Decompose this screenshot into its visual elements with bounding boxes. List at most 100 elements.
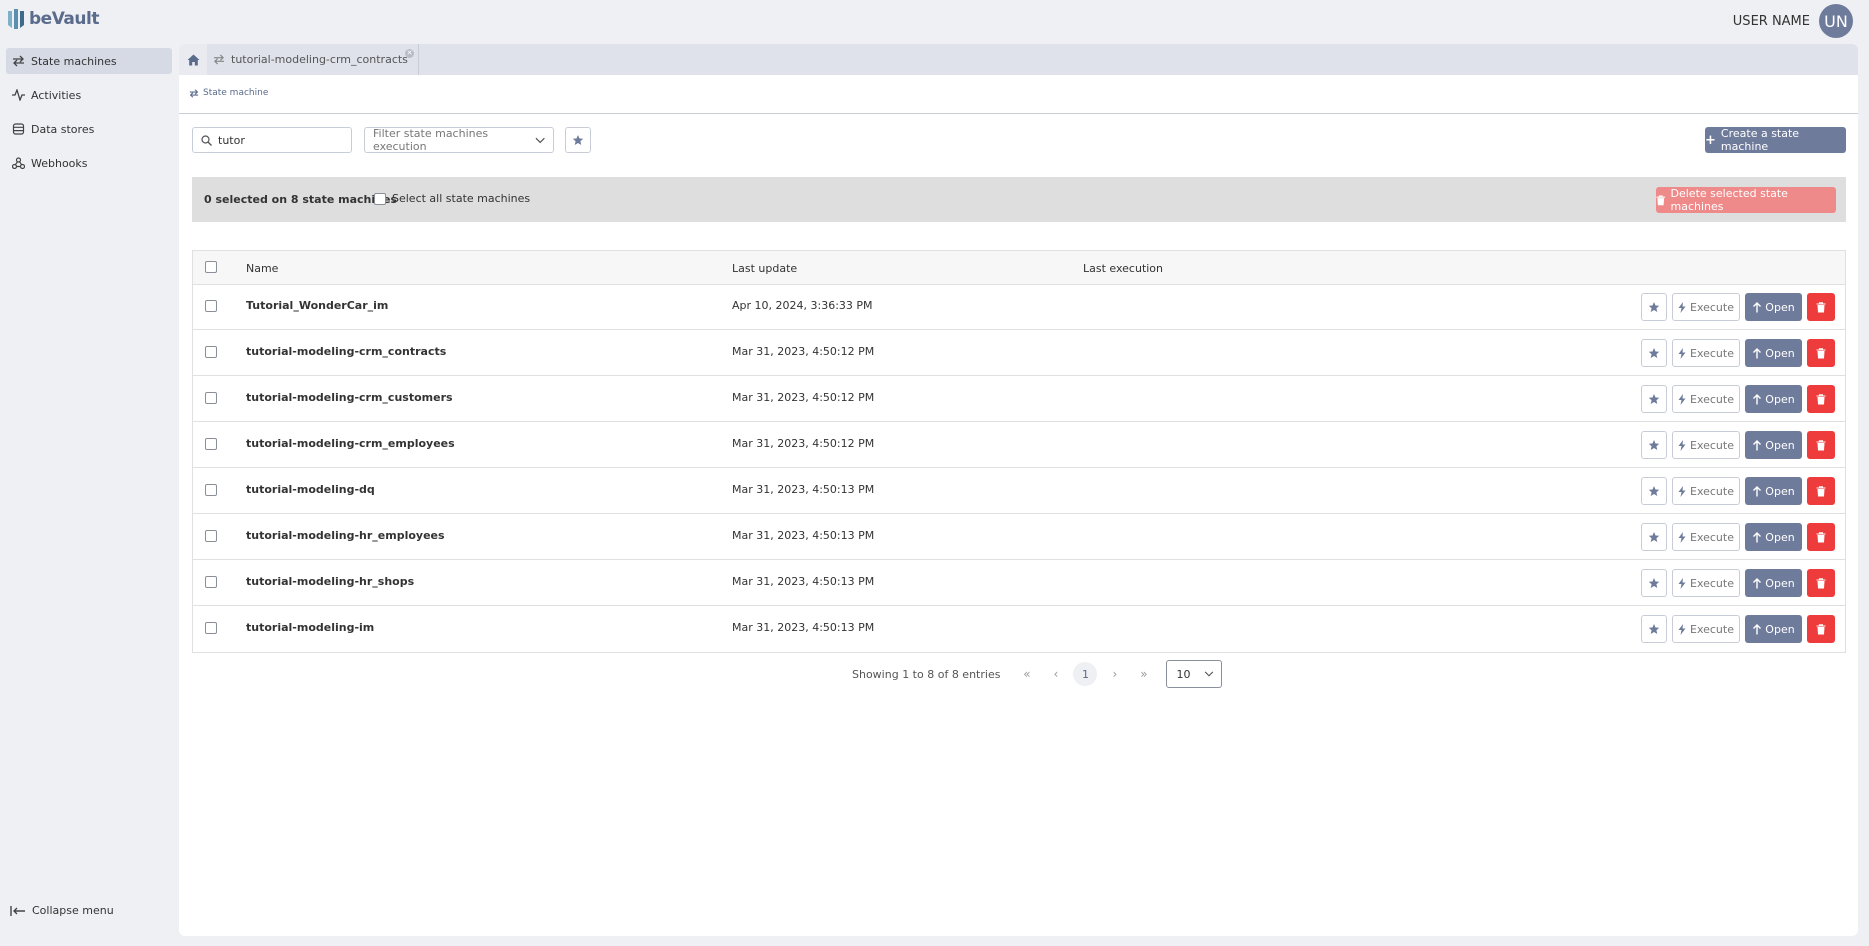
sidebar-item-webhooks[interactable]: Webhooks — [6, 150, 172, 176]
delete-button[interactable] — [1807, 569, 1835, 597]
favorite-button[interactable] — [1641, 293, 1667, 321]
open-button[interactable]: Open — [1745, 569, 1802, 597]
execute-button[interactable]: Execute — [1672, 339, 1740, 367]
table-row[interactable]: Tutorial_WonderCar_im Apr 10, 2024, 3:36:… — [193, 284, 1845, 330]
delete-button[interactable] — [1807, 385, 1835, 413]
table-row[interactable]: tutorial-modeling-hr_employees Mar 31, 20… — [193, 514, 1845, 560]
first-page-button[interactable]: « — [1012, 667, 1041, 681]
star-icon — [1648, 348, 1660, 358]
avatar[interactable]: UN — [1819, 4, 1853, 38]
sidebar-item-data-stores[interactable]: Data stores — [6, 116, 172, 142]
page-number-button[interactable]: 1 — [1073, 662, 1098, 686]
favorites-filter-button[interactable] — [565, 127, 591, 153]
collapse-menu-button[interactable]: Collapse menu — [10, 904, 114, 917]
sidebar-item-state-machines[interactable]: State machines — [6, 48, 172, 74]
row-checkbox[interactable] — [205, 392, 217, 404]
execute-button[interactable]: Execute — [1672, 477, 1740, 505]
open-button[interactable]: Open — [1745, 385, 1802, 413]
sidebar-item-activities[interactable]: Activities — [6, 82, 172, 108]
open-button[interactable]: Open — [1745, 615, 1802, 643]
favorite-button[interactable] — [1641, 431, 1667, 459]
row-last-update: Mar 31, 2023, 4:50:13 PM — [732, 483, 875, 496]
execute-button[interactable]: Execute — [1672, 615, 1740, 643]
delete-button[interactable] — [1807, 431, 1835, 459]
open-button[interactable]: Open — [1745, 339, 1802, 367]
delete-button[interactable] — [1807, 339, 1835, 367]
open-button[interactable]: Open — [1745, 293, 1802, 321]
delete-button[interactable] — [1807, 523, 1835, 551]
row-name[interactable]: tutorial-modeling-crm_customers — [246, 391, 453, 404]
select-all-checkbox[interactable]: Select all state machines — [374, 192, 530, 205]
execute-button[interactable]: Execute — [1672, 523, 1740, 551]
delete-button[interactable] — [1807, 615, 1835, 643]
favorite-button[interactable] — [1641, 385, 1667, 413]
row-name[interactable]: tutorial-modeling-hr_employees — [246, 529, 445, 542]
row-name[interactable]: tutorial-modeling-im — [246, 621, 374, 634]
page-size-select[interactable]: 10 — [1166, 660, 1223, 688]
column-header-last-execution[interactable]: Last execution — [1083, 262, 1163, 275]
execute-button[interactable]: Execute — [1672, 569, 1740, 597]
previous-page-button[interactable]: ‹ — [1041, 667, 1070, 681]
row-last-update: Mar 31, 2023, 4:50:12 PM — [732, 391, 875, 404]
delete-button[interactable] — [1807, 477, 1835, 505]
execute-button[interactable]: Execute — [1672, 293, 1740, 321]
column-header-last-update[interactable]: Last update — [732, 262, 797, 275]
search-input[interactable] — [218, 133, 338, 147]
row-name[interactable]: tutorial-modeling-dq — [246, 483, 375, 496]
search-box[interactable] — [192, 127, 352, 153]
state-machines-table: Name Last update Last execution Tutorial… — [192, 250, 1846, 653]
tab-state-machine[interactable]: tutorial-modeling-crm_contracts ✕ — [207, 44, 419, 75]
open-button[interactable]: Open — [1745, 477, 1802, 505]
execute-button[interactable]: Execute — [1672, 431, 1740, 459]
table-row[interactable]: tutorial-modeling-dq Mar 31, 2023, 4:50:1… — [193, 468, 1845, 514]
favorite-button[interactable] — [1641, 477, 1667, 505]
favorite-button[interactable] — [1641, 339, 1667, 367]
open-button[interactable]: Open — [1745, 431, 1802, 459]
open-button[interactable]: Open — [1745, 523, 1802, 551]
row-checkbox[interactable] — [205, 576, 217, 588]
row-checkbox[interactable] — [205, 484, 217, 496]
row-name[interactable]: tutorial-modeling-crm_employees — [246, 437, 455, 450]
table-row[interactable]: tutorial-modeling-hr_shops Mar 31, 2023, … — [193, 560, 1845, 606]
favorite-button[interactable] — [1641, 615, 1667, 643]
row-name[interactable]: tutorial-modeling-crm_contracts — [246, 345, 446, 358]
arrows-exchange-icon — [13, 55, 24, 67]
row-last-update: Mar 31, 2023, 4:50:13 PM — [732, 575, 875, 588]
row-name[interactable]: tutorial-modeling-hr_shops — [246, 575, 414, 588]
row-checkbox[interactable] — [205, 300, 217, 312]
user-menu[interactable]: USER NAME UN — [1733, 4, 1853, 38]
logo[interactable]: beVault — [6, 8, 99, 30]
row-name[interactable]: Tutorial_WonderCar_im — [246, 299, 388, 312]
table-row[interactable]: tutorial-modeling-im Mar 31, 2023, 4:50:1… — [193, 606, 1845, 652]
top-header: beVault USER NAME UN — [0, 0, 1869, 44]
create-state-machine-button[interactable]: + Create a state machine — [1705, 127, 1846, 153]
delete-selected-button[interactable]: Delete selected state machines — [1656, 187, 1836, 213]
open-label: Open — [1765, 300, 1795, 314]
favorite-button[interactable] — [1641, 569, 1667, 597]
row-checkbox[interactable] — [205, 346, 217, 358]
webhook-icon — [12, 157, 25, 169]
header-checkbox[interactable] — [205, 261, 217, 273]
filter-placeholder: Filter state machines execution — [373, 127, 489, 153]
row-checkbox[interactable] — [205, 438, 217, 450]
row-checkbox[interactable] — [205, 530, 217, 542]
close-icon[interactable]: ✕ — [405, 49, 414, 58]
execute-button[interactable]: Execute — [1672, 385, 1740, 413]
last-page-button[interactable]: » — [1129, 667, 1158, 681]
next-page-button[interactable]: › — [1100, 667, 1129, 681]
execution-filter-select[interactable]: Filter state machines execution — [364, 127, 554, 153]
column-header-name[interactable]: Name — [246, 262, 278, 275]
row-checkbox[interactable] — [205, 622, 217, 634]
table-row[interactable]: tutorial-modeling-crm_employees Mar 31, 2… — [193, 422, 1845, 468]
create-label: Create a state machine — [1720, 127, 1800, 153]
table-row[interactable]: tutorial-modeling-crm_customers Mar 31, 2… — [193, 376, 1845, 422]
checkbox[interactable] — [374, 192, 386, 205]
table-row[interactable]: tutorial-modeling-crm_contracts Mar 31, 2… — [193, 330, 1845, 376]
tab-home[interactable] — [179, 44, 207, 75]
favorite-button[interactable] — [1641, 523, 1667, 551]
breadcrumb-item[interactable]: State machine — [203, 88, 268, 98]
delete-button[interactable] — [1807, 293, 1835, 321]
selection-count: 0 selected on 8 state machines — [204, 193, 397, 206]
trash-icon — [1816, 439, 1826, 450]
star-icon — [1648, 486, 1660, 496]
